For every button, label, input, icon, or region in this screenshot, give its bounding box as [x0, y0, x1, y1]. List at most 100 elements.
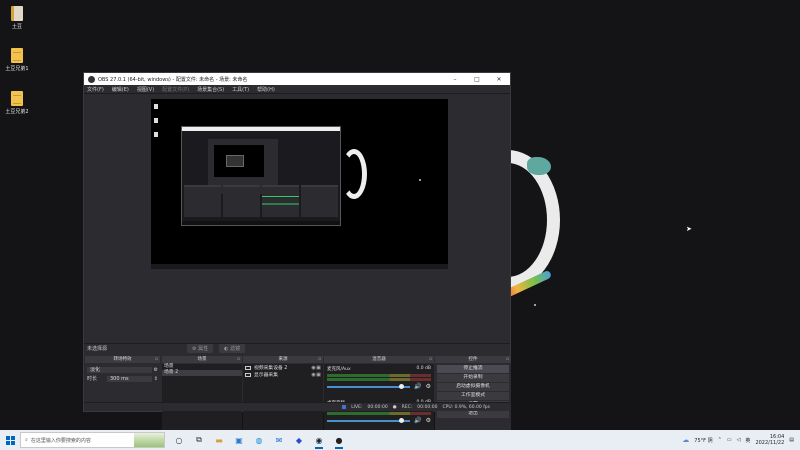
windows-logo-icon — [5, 435, 15, 445]
no-source-label: 未选择源 — [87, 346, 108, 352]
search-box[interactable]: ⌕ 在这里输入你要搜索的内容 — [20, 432, 165, 448]
menu-tools[interactable]: 工具(T) — [232, 86, 249, 93]
menu-view[interactable]: 视图(V) — [137, 86, 154, 93]
minimize-button[interactable]: – — [444, 76, 466, 83]
controls-header: 控件 — [468, 357, 478, 362]
lock-icon[interactable]: ▣ — [316, 372, 321, 378]
menu-profile[interactable]: 配置文件(P) — [162, 86, 189, 93]
properties-label: 属性 — [198, 346, 209, 352]
ime-indicator[interactable]: 英 — [745, 437, 750, 444]
source-name: 显示器采集 — [254, 373, 278, 378]
notification-icon[interactable]: ▤ — [789, 437, 794, 443]
clock[interactable]: 16:04 2022/11/22 — [755, 434, 784, 446]
dock-float-icon[interactable]: ▫ — [237, 356, 240, 363]
properties-button[interactable]: ⚙ 属性 — [187, 344, 214, 353]
preview-desktop-icons — [154, 104, 158, 137]
studio-mode-button[interactable]: 工作室模式 — [437, 392, 509, 400]
desktop-icon-potato-brothers-1[interactable]: 土豆兄弟1 — [2, 48, 32, 72]
source-toolbar: 未选择源 ⚙ 属性 ◐ 滤镜 — [84, 343, 510, 353]
source-name: 视频采集设备 2 — [254, 366, 288, 371]
channel-db: 0.0 dB — [416, 366, 431, 371]
steam-icon[interactable]: ◉ — [313, 434, 325, 449]
dock-header: 场景 ▫ — [162, 356, 242, 363]
speaker-icon[interactable]: 🔊 — [414, 417, 421, 424]
security-icon[interactable]: ◆ — [293, 434, 305, 446]
live-indicator-icon — [342, 405, 347, 409]
channel-settings-icon[interactable]: ⚙ — [426, 417, 431, 424]
menu-scene-collection[interactable]: 场景集合(S) — [197, 86, 224, 93]
virtual-camera-button[interactable]: 启动虚拟摄像机 — [437, 383, 509, 391]
maximize-button[interactable]: □ — [466, 76, 488, 83]
menu-help[interactable]: 帮助(H) — [257, 86, 275, 93]
dock-header: 来源 ▫ — [243, 356, 323, 363]
task-view-icon[interactable]: ⧉ — [193, 434, 205, 446]
live-time: 00:00:00 — [367, 404, 388, 410]
volume-meter — [327, 378, 431, 381]
transition-duration-row: 时长 300 ms ⇕ — [85, 375, 160, 382]
source-item[interactable]: 显示器采集 ◉ ▣ — [243, 371, 323, 378]
dock-float-icon[interactable]: ▫ — [506, 356, 509, 363]
live-label: LIVE: — [351, 404, 363, 410]
taskbar-apps: ○ ⧉ ▬ ▣ ◍ ✉ ◆ ◉ ● — [173, 434, 345, 449]
menu-bar: 文件(F) 编辑(E) 视图(V) 配置文件(P) 场景集合(S) 工具(T) … — [84, 85, 510, 94]
wallpaper-dot — [534, 304, 536, 306]
source-item[interactable]: 视频采集设备 2 ◉ ▣ — [243, 364, 323, 371]
nested-titlebar — [182, 127, 340, 131]
desktop-icon-label: 土豆兄弟1 — [5, 66, 29, 72]
monitor-icon — [245, 372, 251, 377]
volume-slider[interactable] — [327, 417, 411, 423]
close-button[interactable]: ✕ — [488, 76, 510, 83]
speaker-icon[interactable]: 🔊 — [414, 383, 421, 390]
obs-logo-icon — [88, 75, 95, 83]
dock-header: 转场特效 ▫ — [85, 356, 160, 363]
duration-label: 时长 — [87, 376, 98, 382]
edge-icon[interactable]: ◍ — [253, 434, 265, 446]
cortana-icon[interactable]: ○ — [173, 434, 185, 446]
transition-type-select[interactable]: 淡化 — [87, 366, 152, 373]
volume-meter — [327, 374, 431, 377]
search-highlight-art — [134, 433, 164, 447]
weather-text[interactable]: 75°F 阴 — [694, 437, 712, 444]
duration-stepper-icon[interactable]: ⇕ — [154, 376, 158, 382]
obs-titlebar[interactable]: OBS 27.0.1 (64-bit, windows) - 配置文件: 未命名… — [84, 73, 510, 85]
start-button[interactable] — [0, 430, 20, 450]
dock-float-icon[interactable]: ▫ — [155, 356, 158, 363]
mixer-channel-mic: 麦克风/Aux 0.0 dB 🔊 ⚙ — [324, 364, 434, 392]
filters-button[interactable]: ◐ 滤镜 — [219, 344, 246, 353]
transition-settings-icon[interactable]: ⚙ — [154, 367, 158, 373]
duration-input[interactable]: 300 ms — [107, 375, 152, 382]
file-explorer-icon[interactable]: ▬ — [213, 434, 225, 446]
transitions-dock: 转场特效 ▫ 淡化 ⚙ 时长 300 ms ⇕ — [85, 356, 160, 404]
app-file-icon — [11, 6, 23, 21]
stop-streaming-button[interactable]: 停止推流 — [437, 365, 509, 373]
obs-window: OBS 27.0.1 (64-bit, windows) - 配置文件: 未命名… — [83, 72, 511, 450]
transition-type-row: 淡化 ⚙ — [85, 366, 160, 373]
exit-button[interactable]: 退出 — [437, 410, 509, 418]
wallpaper-teal-shape — [527, 157, 551, 175]
dock-float-icon[interactable]: ▫ — [429, 356, 432, 363]
cloud-icon: ☁ — [682, 436, 690, 444]
start-recording-button[interactable]: 开始录制 — [437, 374, 509, 382]
network-icon[interactable]: ▭ — [727, 437, 732, 443]
mail-icon[interactable]: ✉ — [273, 434, 285, 446]
menu-file[interactable]: 文件(F) — [87, 86, 104, 93]
document-file-icon — [11, 91, 23, 106]
camera-icon — [245, 365, 251, 370]
chevron-up-icon[interactable]: ⌃ — [718, 437, 722, 443]
channel-settings-icon[interactable]: ⚙ — [426, 383, 431, 390]
obs-taskbar-icon[interactable]: ● — [333, 434, 345, 449]
store-icon[interactable]: ▣ — [233, 434, 245, 446]
volume-icon[interactable]: ◁ — [737, 437, 741, 443]
scene-item[interactable]: 场景 2 — [162, 370, 242, 376]
preview-canvas[interactable] — [151, 99, 448, 269]
desktop-icon-label: 土豆兄弟2 — [5, 109, 29, 115]
dock-float-icon[interactable]: ▫ — [318, 356, 321, 363]
window-title: OBS 27.0.1 (64-bit, windows) - 配置文件: 未命名… — [98, 76, 248, 83]
volume-slider[interactable] — [327, 383, 411, 389]
lock-icon[interactable]: ▣ — [316, 365, 321, 371]
desktop-icon-potato-brothers-2[interactable]: 土豆兄弟2 — [2, 91, 32, 115]
clock-date: 2022/11/22 — [755, 440, 785, 446]
menu-edit[interactable]: 编辑(E) — [112, 86, 129, 93]
desktop-icon-potato[interactable]: 土豆 — [2, 6, 32, 30]
nested-preview — [214, 145, 264, 177]
